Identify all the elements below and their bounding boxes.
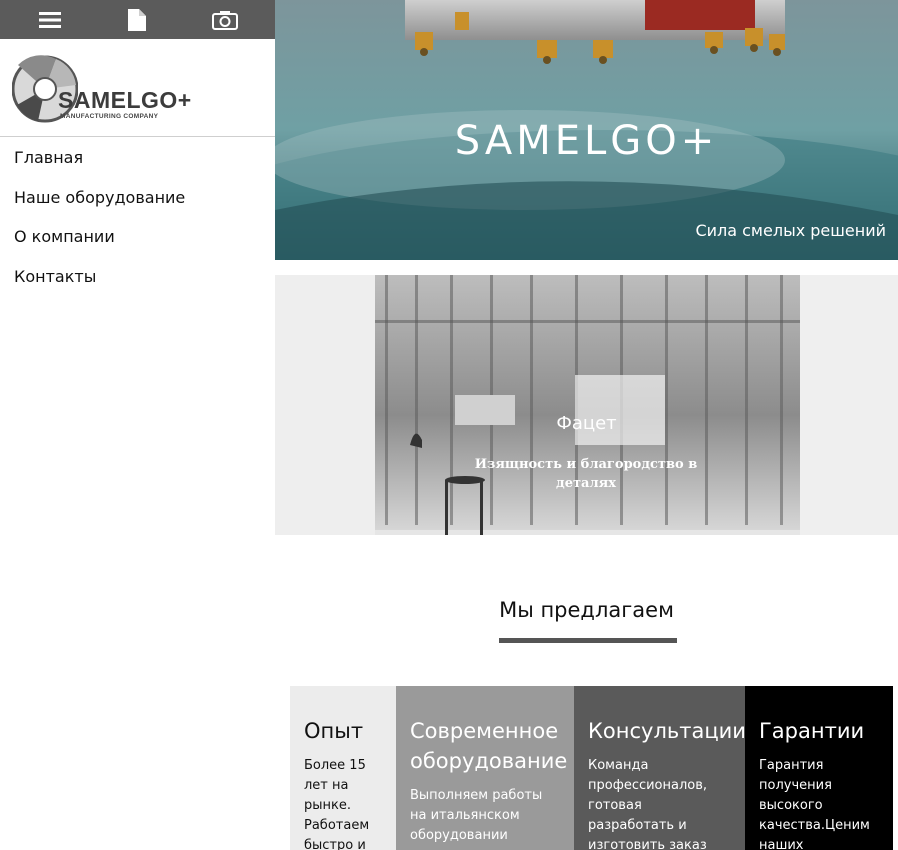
section-divider [499, 638, 677, 643]
menu-icon [38, 11, 61, 28]
hero-title: SAMELGO+ [454, 118, 719, 164]
nav-item-home[interactable]: Главная [0, 148, 275, 188]
feature-card-consulting: Консультации Команда профессионалов, гот… [574, 686, 745, 850]
logo[interactable]: SAMELGO+ MANUFACTURING COMPANY [0, 39, 275, 137]
logo-name: SAMELGO+ [58, 87, 192, 113]
section-title: Мы предлагаем [499, 598, 674, 622]
camera-icon [212, 10, 239, 30]
sidebar-toolbar [0, 0, 275, 39]
feature-card-experience: Опыт Более 15 лет на рынке. Работаем быс… [290, 686, 396, 850]
document-button[interactable] [117, 5, 157, 35]
feature-card-title: Консультации [588, 719, 745, 743]
feature-card-text: Команда профессионалов, готовая разработ… [588, 758, 708, 850]
banner-subtitle: Изящность и благородство в деталях [474, 457, 698, 491]
feature-card-title: Гарантии [759, 719, 865, 743]
banner-title: Фацет [556, 413, 617, 434]
main-nav: Главная Наше оборудование О компании Кон… [0, 137, 275, 306]
logo-subtitle: MANUFACTURING COMPANY [60, 113, 159, 120]
feature-card-equipment: Современное оборудование Выполняем работ… [396, 686, 574, 850]
hero-tagline: Сила смелых решений [695, 221, 886, 240]
feature-cards: Опыт Более 15 лет на рынке. Работаем быс… [290, 686, 893, 850]
feature-card-title: Опыт [304, 719, 364, 743]
camera-button[interactable] [205, 5, 245, 35]
nav-item-contacts[interactable]: Контакты [0, 267, 275, 307]
hero-banner[interactable]: SAMELGO+ Сила смелых решений [275, 0, 898, 260]
nav-item-about[interactable]: О компании [0, 227, 275, 267]
feature-card-guarantees: Гарантии Гарантия получения высокого кач… [745, 686, 893, 850]
sidebar: SAMELGO+ MANUFACTURING COMPANY Главная Н… [0, 0, 275, 850]
nav-item-equipment[interactable]: Наше оборудование [0, 188, 275, 228]
menu-button[interactable] [30, 5, 70, 35]
feature-card-text: Выполняем работы на итальянском оборудов… [410, 788, 543, 843]
document-icon [128, 8, 147, 31]
banner-image [275, 275, 898, 535]
feature-card-text: Более 15 лет на рынке. Работаем быстро и [304, 758, 370, 850]
feature-card-text: Гарантия получения высокого качества.Цен… [759, 758, 870, 850]
product-banner[interactable]: Фацет Изящность и благородство в деталях [275, 275, 898, 535]
feature-card-title: Современное оборудование [410, 719, 568, 773]
